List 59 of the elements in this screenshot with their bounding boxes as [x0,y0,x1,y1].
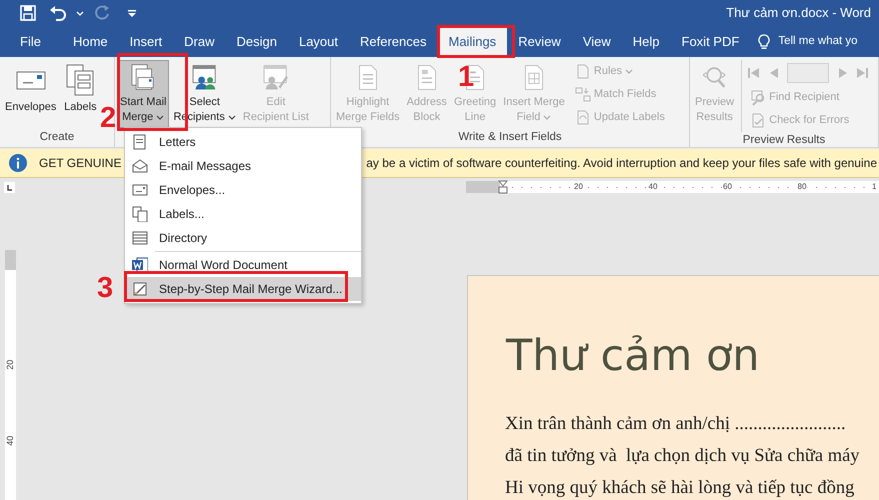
caret-icon[interactable] [156,114,164,120]
window-title: Thư cảm ơn.docx - Word [726,4,871,22]
ribbon-tab[interactable]: File [9,26,52,57]
ribbon-tab[interactable]: Review [507,26,572,57]
menu-item[interactable]: Labels... [125,202,361,226]
find-icon [750,89,766,106]
menu-item[interactable]: Envelopes... [125,178,361,202]
ribbon-tab[interactable]: View [572,26,622,57]
step-number: 1 [458,63,474,92]
step-number: 3 [97,274,114,303]
ribbon-button[interactable]: Labels [60,60,100,128]
ribbon-tab[interactable]: Design [226,26,288,57]
ribbon-button[interactable]: Envelopes [2,60,60,128]
ribbon-tab[interactable]: Layout [288,26,350,57]
document-text: đã tin tưởng và lựa chọn dịch vụ Sửa chữa máy [505,445,861,468]
ruler-margin [5,250,16,270]
indent-marker-icon[interactable] [498,180,508,194]
notice-text: GET GENUINE [39,155,122,172]
menu-item[interactable]: Letters [125,130,361,154]
document-check-icon [750,112,766,129]
notice-text: ay be a victim of software counterfeiting. Avoid interruption and keep your files safe with genuine [366,155,878,172]
word-document-icon [132,257,148,273]
info-icon [9,154,27,172]
menu-item[interactable]: E-mail Messages [125,154,361,178]
ribbon-button[interactable]: Start Mail Merge [117,60,170,128]
document-text: Hi vọng quý khách sẽ hài lòng và tiếp tục đồng [505,477,856,500]
ruler-margin [466,181,500,193]
open-envelope-icon [132,158,148,174]
lightbulb-icon[interactable] [756,33,772,50]
menu-item[interactable]: Step-by-Step Mail Merge Wizard... [125,277,361,301]
document-title: Thư cảm ơn [506,330,761,382]
labels-icon [132,206,148,222]
caret-icon[interactable] [228,114,236,120]
wand-icon [132,281,148,297]
document-refresh-icon [574,109,591,126]
save-icon[interactable] [18,3,38,23]
document-icon [574,63,591,80]
tab-selector-icon[interactable] [4,182,15,193]
group-label: Create [38,130,76,145]
menu-item[interactable]: Normal Word Document [125,253,361,277]
undo-icon[interactable] [48,3,68,23]
ribbon-tab[interactable]: Home [62,26,119,57]
document-icon [132,134,148,150]
ribbon-tab[interactable]: Foxit PDF [670,26,750,57]
ribbon-tab[interactable]: Draw [173,26,226,57]
menu-item[interactable]: Directory [125,226,361,250]
envelope-icon [132,182,148,198]
list-icon [132,230,148,246]
group-label: Preview Results [742,133,826,148]
swap-icon [574,86,591,103]
tell-me-field[interactable]: Tell me what yo [778,32,858,50]
ribbon-tab[interactable]: References [349,26,438,57]
ribbon-tab[interactable]: Help [622,26,671,57]
group-label: Write & Insert Fields [457,130,563,145]
ruler-label: 40 [4,435,16,446]
step-number: 2 [100,104,116,133]
document-text: Xin trân thành cảm ơn anh/chị ........................ [505,413,847,436]
ruler-label: 20 [4,359,16,370]
ribbon-tab[interactable]: Insert [118,26,174,57]
